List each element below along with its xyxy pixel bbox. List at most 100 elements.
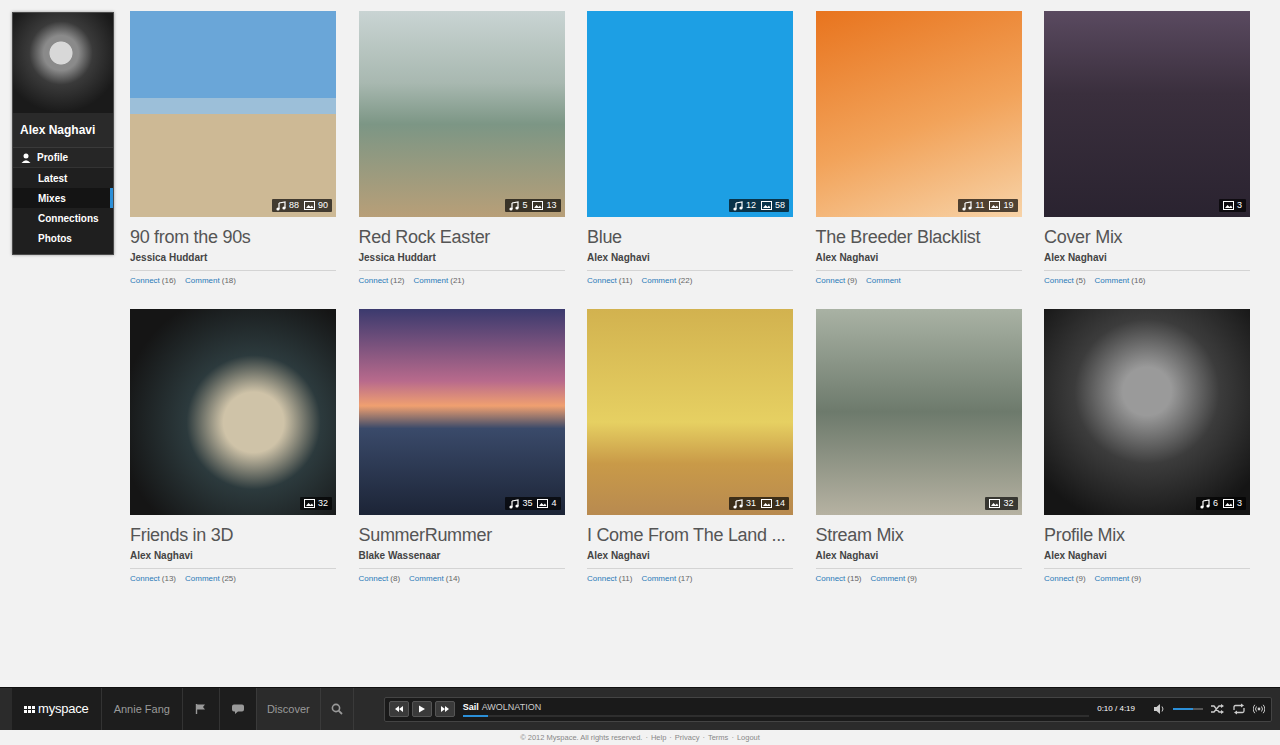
mix-cover[interactable]: 354 [359, 309, 565, 515]
separator: · [702, 732, 705, 743]
repeat-icon[interactable] [1232, 703, 1245, 715]
song-count: 12 [746, 200, 756, 211]
comment-link[interactable]: Comment [866, 276, 901, 285]
comment-link[interactable]: Comment [641, 574, 676, 583]
mix-title[interactable]: Blue [587, 226, 793, 249]
nav-item[interactable]: Photos [13, 228, 113, 248]
mix-title[interactable]: Profile Mix [1044, 524, 1250, 547]
comment-link[interactable]: Comment [185, 574, 220, 583]
next-button[interactable] [435, 701, 455, 717]
mix-author[interactable]: Alex Naghavi [816, 549, 1022, 562]
music-note-icon [733, 499, 743, 509]
connect-link[interactable]: Connect [1044, 276, 1074, 285]
mix-author[interactable]: Alex Naghavi [1044, 251, 1250, 264]
shuffle-icon[interactable] [1211, 703, 1224, 715]
divider [816, 568, 1022, 569]
separator: · [669, 732, 672, 743]
nav-item[interactable]: Connections [13, 208, 113, 228]
next-icon [440, 705, 450, 713]
comment-link[interactable]: Comment [641, 276, 676, 285]
comment-link[interactable]: Comment [185, 276, 220, 285]
profile-name[interactable]: Alex Naghavi [13, 113, 113, 148]
user-link[interactable]: Annie Fang [102, 688, 183, 730]
mix-author[interactable]: Alex Naghavi [816, 251, 1022, 264]
search-button[interactable] [321, 688, 354, 730]
player: SailAWOLNATION0:10 / 4:19 [384, 697, 1272, 722]
count-badge: 8890 [272, 199, 332, 212]
mix-author[interactable]: Blake Wassenaar [359, 549, 565, 562]
connect-link[interactable]: Connect [130, 574, 160, 583]
progress-track[interactable] [463, 715, 1090, 717]
mix-title[interactable]: The Breeder Blacklist [816, 226, 1022, 249]
connect-link[interactable]: Connect [130, 276, 160, 285]
connect-link[interactable]: Connect [359, 276, 389, 285]
previous-button[interactable] [389, 701, 409, 717]
footer-link[interactable]: Logout [737, 732, 760, 743]
profile-photo[interactable] [13, 13, 113, 113]
mix-title[interactable]: 90 from the 90s [130, 226, 336, 249]
messages-button[interactable] [220, 688, 256, 730]
track-name[interactable]: Sail [463, 702, 479, 712]
mix-title[interactable]: I Come From The Land ... [587, 524, 793, 547]
mix-cover[interactable]: 32 [816, 309, 1022, 515]
mix-cover[interactable]: 3114 [587, 309, 793, 515]
nav-item[interactable]: Profile [13, 148, 113, 168]
mix-title[interactable]: Red Rock Easter [359, 226, 565, 249]
volume-slider[interactable] [1173, 708, 1203, 710]
divider [1044, 270, 1250, 271]
mix-author[interactable]: Alex Naghavi [130, 549, 336, 562]
mix-cover[interactable]: 1258 [587, 11, 793, 217]
connect-count: (5) [1076, 276, 1086, 285]
mix-title[interactable]: SummerRummer [359, 524, 565, 547]
comment-link[interactable]: Comment [1095, 276, 1130, 285]
logo-link[interactable]: myspace [12, 688, 102, 730]
play-button[interactable] [412, 701, 432, 717]
connect-link[interactable]: Connect [816, 276, 846, 285]
photo-count: 32 [318, 498, 328, 509]
comment-link[interactable]: Comment [871, 574, 906, 583]
connect-link[interactable]: Connect [359, 574, 389, 583]
mix-cover[interactable]: 32 [130, 309, 336, 515]
mix-cover[interactable]: 63 [1044, 309, 1250, 515]
connect-group: Connect(13) [130, 573, 176, 584]
mix-title[interactable]: Friends in 3D [130, 524, 336, 547]
connect-link[interactable]: Connect [816, 574, 846, 583]
notifications-button[interactable] [183, 688, 220, 730]
mix-author[interactable]: Jessica Huddart [359, 251, 565, 264]
mix-cover[interactable]: 513 [359, 11, 565, 217]
mix-cover[interactable]: 3 [1044, 11, 1250, 217]
mix-title[interactable]: Cover Mix [1044, 226, 1250, 249]
connect-link[interactable]: Connect [1044, 574, 1074, 583]
comment-link[interactable]: Comment [414, 276, 449, 285]
mix-actions: Connect(13)Comment(25) [130, 573, 336, 584]
mix-title[interactable]: Stream Mix [816, 524, 1022, 547]
divider [130, 270, 336, 271]
footer-link[interactable]: Terms [708, 732, 728, 743]
mix-author[interactable]: Jessica Huddart [130, 251, 336, 264]
mix-cover[interactable]: 1119 [816, 11, 1022, 217]
connect-link[interactable]: Connect [587, 276, 617, 285]
site-footer: © 2012 Myspace. All rights reserved.·Hel… [0, 730, 1280, 745]
footer-link[interactable]: Privacy [675, 732, 700, 743]
connect-link[interactable]: Connect [587, 574, 617, 583]
comment-link[interactable]: Comment [409, 574, 444, 583]
speaker-icon[interactable] [1153, 703, 1165, 715]
nav-item[interactable]: Mixes [13, 188, 113, 208]
discover-link[interactable]: Discover [257, 688, 321, 730]
mix-grid: 8890 90 from the 90s Jessica Huddart Connec… [130, 11, 1250, 585]
mix-author[interactable]: Alex Naghavi [587, 549, 793, 562]
song-count: 31 [746, 498, 756, 509]
count-badge: 32 [985, 497, 1017, 510]
mix-author[interactable]: Alex Naghavi [1044, 549, 1250, 562]
mix-cover[interactable]: 8890 [130, 11, 336, 217]
nav-label: Latest [38, 172, 67, 185]
radio-icon[interactable] [1253, 703, 1265, 715]
footer-link[interactable]: Help [651, 732, 666, 743]
mix-author[interactable]: Alex Naghavi [587, 251, 793, 264]
artist-name[interactable]: AWOLNATION [482, 702, 542, 712]
song-count: 6 [1213, 498, 1218, 509]
nav-item[interactable]: Latest [13, 168, 113, 188]
mix-actions: Connect(12)Comment(21) [359, 275, 565, 286]
photo-icon [761, 200, 772, 211]
comment-link[interactable]: Comment [1095, 574, 1130, 583]
